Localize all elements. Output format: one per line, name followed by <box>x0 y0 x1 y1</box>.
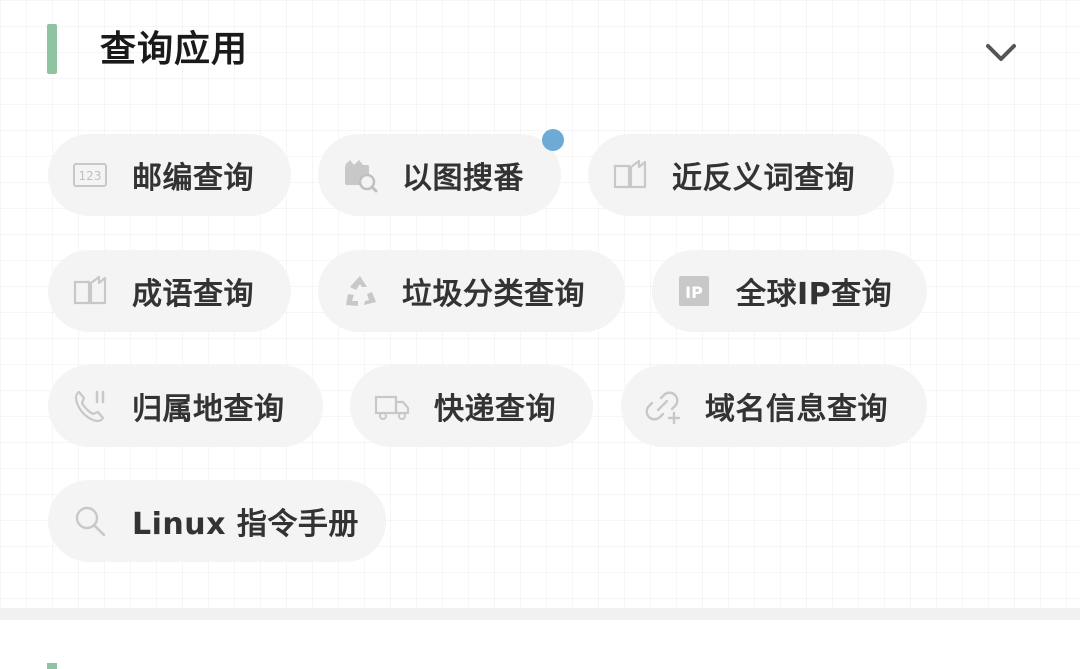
recycle-icon <box>342 273 378 309</box>
item-synonym[interactable]: 近反义词查询 <box>588 134 894 216</box>
truck-icon <box>374 388 410 424</box>
section-divider <box>0 608 1080 620</box>
item-label: 以图搜番 <box>402 161 524 196</box>
next-section-accent-bar <box>47 663 57 669</box>
item-express[interactable]: 快递查询 <box>350 365 593 447</box>
film-search-icon <box>342 157 378 193</box>
item-label: Linux 指令手册 <box>132 507 359 542</box>
next-section <box>0 620 1080 669</box>
svg-text:IP: IP <box>685 283 703 302</box>
item-label: 垃圾分类查询 <box>402 277 585 312</box>
link-add-icon <box>645 388 681 424</box>
section-header: 查询应用 <box>0 0 1080 100</box>
postcode-123-icon: 123 <box>72 157 108 193</box>
item-postcode[interactable]: 123 邮编查询 <box>48 134 291 216</box>
svg-text:123: 123 <box>79 169 102 183</box>
item-label: 全球IP查询 <box>736 277 893 312</box>
section-title: 查询应用 <box>100 29 249 70</box>
item-idiom[interactable]: 成语查询 <box>48 250 291 332</box>
new-badge-dot <box>542 129 564 151</box>
open-book-icon <box>612 157 648 193</box>
ip-icon: IP <box>676 273 712 309</box>
item-image-search[interactable]: 以图搜番 <box>318 134 561 216</box>
item-label: 快递查询 <box>434 392 556 427</box>
chevron-down-icon <box>986 44 1016 61</box>
item-label: 成语查询 <box>132 277 254 312</box>
item-linux[interactable]: Linux 指令手册 <box>48 480 386 562</box>
item-garbage[interactable]: 垃圾分类查询 <box>318 250 625 332</box>
item-domain[interactable]: 域名信息查询 <box>621 365 927 447</box>
section-accent-bar <box>47 24 57 74</box>
item-label: 域名信息查询 <box>705 392 888 427</box>
open-book-icon <box>72 273 108 309</box>
item-ip[interactable]: IP 全球IP查询 <box>652 250 927 332</box>
item-label: 近反义词查询 <box>672 161 855 196</box>
item-label: 归属地查询 <box>132 392 285 427</box>
item-label: 邮编查询 <box>132 161 254 196</box>
collapse-button[interactable] <box>982 36 1020 70</box>
search-icon <box>72 503 108 539</box>
phone-icon <box>72 388 108 424</box>
item-phone-location[interactable]: 归属地查询 <box>48 365 323 447</box>
